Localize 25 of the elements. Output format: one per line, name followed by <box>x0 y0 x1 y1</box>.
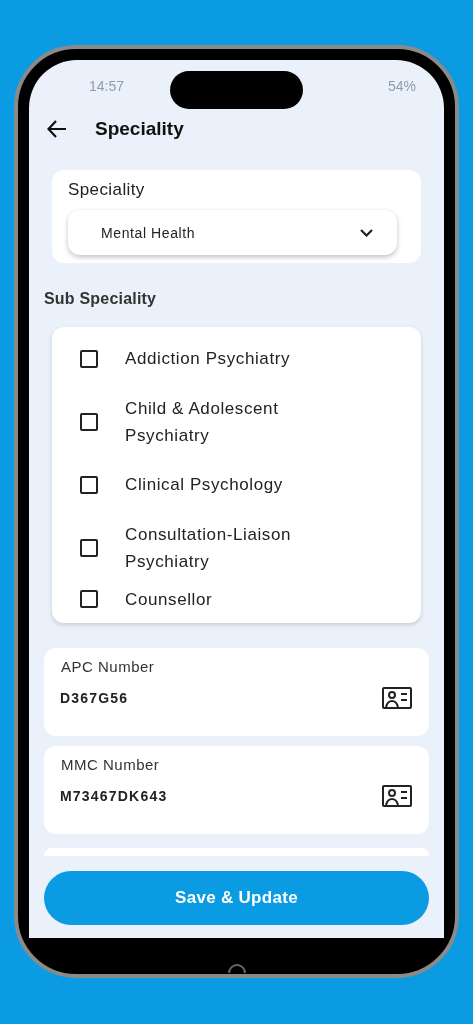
battery-level: 54% <box>387 78 416 94</box>
option-label[interactable]: Addiction Psychiatry <box>125 345 345 372</box>
checkbox[interactable] <box>80 412 98 431</box>
id-card-icon <box>382 687 412 709</box>
field-label: MMC Number <box>61 756 161 773</box>
option-label[interactable]: Child & Adolescent Psychiatry <box>125 394 345 449</box>
back-arrow-icon[interactable] <box>47 120 67 138</box>
status-time: 14:57 <box>89 78 125 94</box>
checkbox[interactable] <box>80 538 98 557</box>
chevron-down-icon <box>360 228 373 237</box>
field-label: APC Number <box>61 658 156 675</box>
checkbox[interactable] <box>80 590 98 608</box>
section-title: Sub Speciality <box>44 290 158 308</box>
option-label[interactable]: Clinical Psychology <box>125 471 345 498</box>
page-title: Speciality <box>95 118 184 140</box>
checkbox[interactable] <box>80 475 98 494</box>
option-label[interactable]: Consultation-Liaison Psychiatry <box>125 520 345 575</box>
field-label: Speciality <box>68 180 146 200</box>
id-card-icon <box>382 785 412 807</box>
field-value[interactable]: D367G56 <box>60 690 129 706</box>
home-nav-icon[interactable] <box>227 964 246 974</box>
speciality-dropdown[interactable]: Mental Health <box>68 210 397 255</box>
checkbox[interactable] <box>80 349 98 368</box>
field-value[interactable]: M73467DK643 <box>60 788 168 804</box>
option-label[interactable]: Counsellor <box>125 585 345 613</box>
